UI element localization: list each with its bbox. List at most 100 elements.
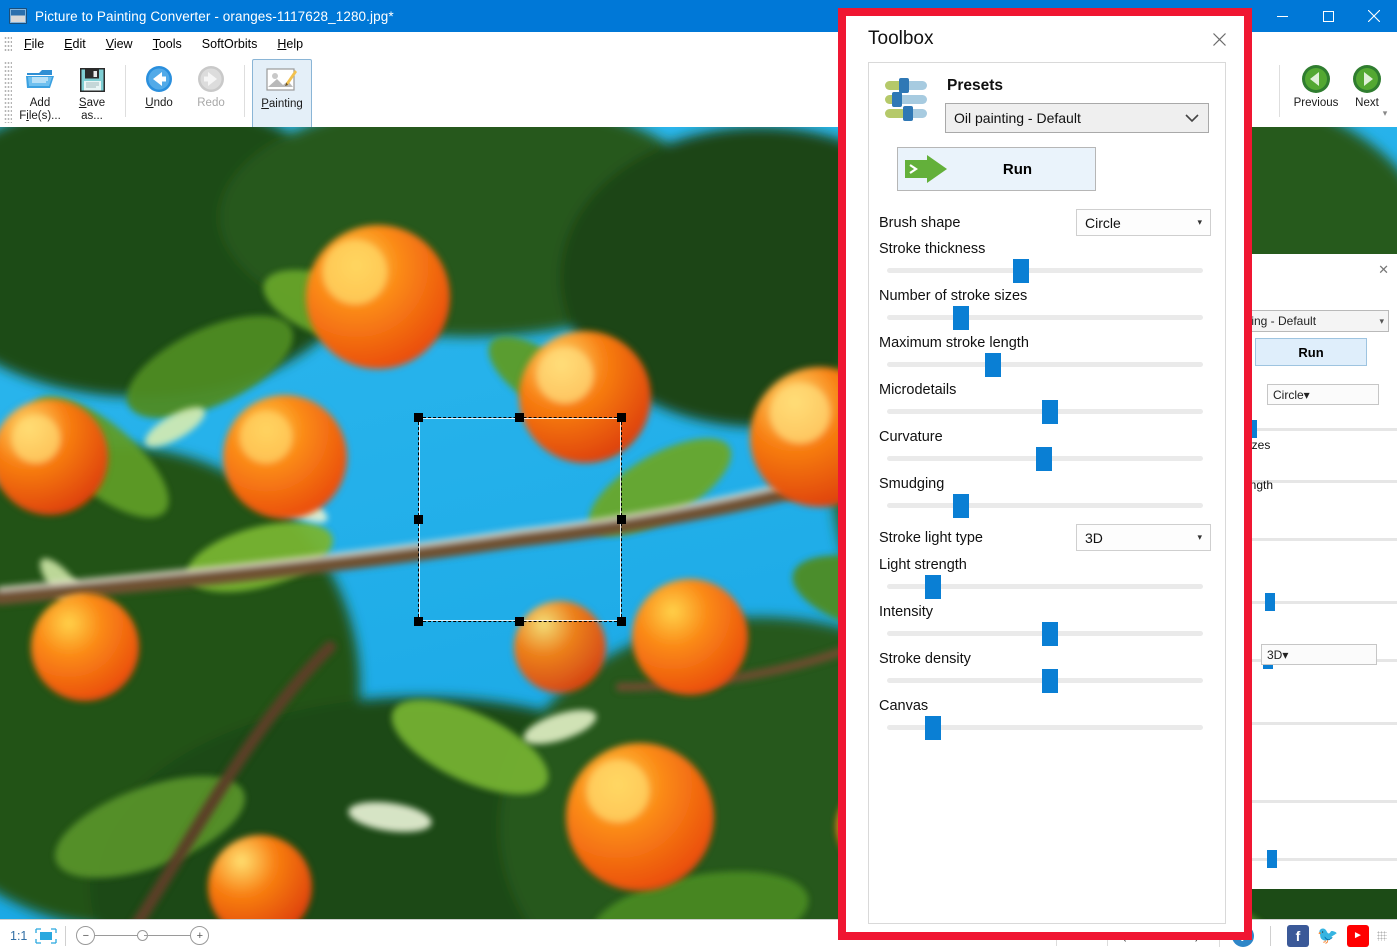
stroke-thickness-label: Stroke thickness bbox=[879, 241, 986, 257]
zoom-slider[interactable]: − + bbox=[76, 926, 210, 945]
dock-run-button[interactable]: Run bbox=[1255, 338, 1367, 366]
maximize-button[interactable] bbox=[1305, 0, 1351, 32]
selection-handle-s[interactable] bbox=[515, 617, 524, 626]
ribbon-separator-1 bbox=[125, 65, 126, 117]
maximum-stroke-length-slider[interactable] bbox=[887, 351, 1203, 377]
smudging-slider[interactable] bbox=[887, 492, 1203, 518]
slider-thumb[interactable] bbox=[953, 494, 970, 518]
resize-grip[interactable] bbox=[1377, 930, 1387, 941]
slider-thumb[interactable] bbox=[1035, 447, 1052, 471]
dock-close-icon[interactable]: ✕ bbox=[1378, 262, 1389, 278]
selection-handle-ne[interactable] bbox=[617, 413, 626, 422]
menu-item-help[interactable]: Help bbox=[267, 34, 313, 54]
selection-handle-sw[interactable] bbox=[414, 617, 423, 626]
stroke-density-slider[interactable] bbox=[887, 667, 1203, 693]
run-button[interactable]: Run bbox=[897, 147, 1096, 191]
dock-preset-combo[interactable]: ting - Default ▾ bbox=[1243, 310, 1389, 332]
chevron-down-icon: ▾ bbox=[1197, 217, 1202, 227]
presets-column: Presets Oil painting - Default bbox=[945, 77, 1209, 133]
menu-item-help-rest: elp bbox=[286, 37, 304, 51]
dock-brush-combo[interactable]: Circle ▾ bbox=[1267, 384, 1379, 405]
slider-thumb[interactable] bbox=[1041, 400, 1058, 424]
toolbox-body: Presets Oil painting - Default Run Brush… bbox=[868, 62, 1226, 924]
slider-thumb[interactable] bbox=[1013, 259, 1030, 283]
brush-shape-value: Circle bbox=[1085, 214, 1121, 231]
light-strength-slider[interactable] bbox=[887, 573, 1203, 599]
selection-handle-se[interactable] bbox=[617, 617, 626, 626]
dock-slider-thumb[interactable] bbox=[1265, 593, 1275, 611]
run-label: Run bbox=[1002, 160, 1033, 178]
selection-handle-e[interactable] bbox=[617, 514, 626, 524]
zoom-out-button[interactable]: − bbox=[76, 926, 96, 945]
preset-selected-value: Oil painting - Default bbox=[954, 110, 1081, 126]
dock-slider-thumb[interactable] bbox=[1267, 850, 1277, 868]
dock-run-label: Run bbox=[1298, 344, 1324, 360]
menu-item-file-rest: ile bbox=[31, 37, 45, 51]
window-controls bbox=[1259, 0, 1397, 32]
previous-button[interactable]: Previous bbox=[1287, 59, 1345, 128]
ribbon-grip bbox=[4, 61, 12, 123]
toolbox-close-icon[interactable] bbox=[1210, 30, 1228, 48]
presets-section: Presets Oil painting - Default bbox=[869, 63, 1225, 133]
dock-slider-track bbox=[1243, 538, 1397, 541]
controls-list: Brush shape Circle ▾ Stroke thickness Nu… bbox=[869, 191, 1225, 740]
dock-slider-track bbox=[1243, 800, 1397, 803]
painting-icon bbox=[266, 65, 298, 95]
selection-handle-n[interactable] bbox=[515, 413, 524, 422]
next-label: Next bbox=[1355, 97, 1379, 109]
stroke-thickness-slider[interactable] bbox=[887, 257, 1203, 283]
add-files-button[interactable]: Add File(s)... bbox=[14, 59, 66, 128]
menu-item-softorbits[interactable]: SoftOrbits bbox=[192, 34, 268, 54]
minimize-button[interactable] bbox=[1259, 0, 1305, 32]
maximum-stroke-length-label: Maximum stroke length bbox=[879, 335, 1029, 351]
preset-select[interactable]: Oil painting - Default bbox=[945, 103, 1209, 133]
sliders-icon bbox=[883, 77, 931, 123]
chevron-down-icon: ▾ bbox=[1197, 532, 1202, 542]
add-files-icon bbox=[24, 64, 56, 94]
menu-item-tools[interactable]: Tools bbox=[143, 34, 192, 54]
redo-icon bbox=[195, 64, 227, 94]
slider-thumb[interactable] bbox=[984, 353, 1001, 377]
facebook-icon[interactable]: f bbox=[1287, 924, 1309, 947]
docked-settings-panel: ✕ s ting - Default ▾ Run Circle ▾ bbox=[1236, 254, 1397, 889]
ribbon-overflow-button[interactable]: ▾ bbox=[1379, 107, 1391, 119]
menu-item-edit[interactable]: Edit bbox=[54, 34, 96, 54]
slider-thumb[interactable] bbox=[953, 306, 970, 330]
painting-button[interactable]: Painting bbox=[252, 59, 312, 130]
microdetails-slider[interactable] bbox=[887, 398, 1203, 424]
selection-handle-nw[interactable] bbox=[414, 413, 423, 422]
control-stroke-density: Stroke density bbox=[877, 651, 1211, 693]
zoom-in-button[interactable]: + bbox=[190, 926, 210, 945]
slider-thumb[interactable] bbox=[1041, 669, 1058, 693]
control-stroke-thickness: Stroke thickness bbox=[877, 241, 1211, 283]
selection-marquee[interactable] bbox=[414, 413, 626, 626]
youtube-icon[interactable]: ► bbox=[1347, 924, 1369, 947]
dock-slider-track bbox=[1243, 722, 1397, 725]
menu-item-file[interactable]: File bbox=[14, 34, 54, 54]
undo-button[interactable]: Undo bbox=[133, 59, 185, 128]
slider-thumb[interactable] bbox=[924, 575, 941, 599]
twitter-icon[interactable]: 🐦 bbox=[1317, 925, 1339, 947]
selection-handle-w[interactable] bbox=[414, 514, 423, 524]
stroke-light-type-select[interactable]: 3D ▾ bbox=[1076, 524, 1211, 551]
painting-label: Painting bbox=[261, 98, 303, 110]
number-of-stroke-sizes-slider[interactable] bbox=[887, 304, 1203, 330]
curvature-slider[interactable] bbox=[887, 445, 1203, 471]
fit-to-window-icon[interactable] bbox=[35, 927, 58, 944]
close-button[interactable] bbox=[1351, 0, 1397, 32]
menu-item-edit-rest: dit bbox=[72, 37, 86, 51]
brush-shape-select[interactable]: Circle ▾ bbox=[1076, 209, 1211, 236]
chevron-down-icon: ▾ bbox=[1282, 647, 1289, 662]
save-as-button[interactable]: Save as... bbox=[66, 59, 118, 128]
intensity-slider[interactable] bbox=[887, 620, 1203, 646]
menu-item-view[interactable]: View bbox=[96, 34, 143, 54]
microdetails-label: Microdetails bbox=[879, 382, 957, 398]
dock-light-type-combo[interactable]: 3D ▾ bbox=[1261, 644, 1377, 665]
slider-thumb[interactable] bbox=[924, 716, 941, 740]
control-maximum-stroke-length: Maximum stroke length bbox=[877, 335, 1211, 377]
control-microdetails: Microdetails bbox=[877, 382, 1211, 424]
menu-grip bbox=[4, 36, 12, 52]
canvas-slider[interactable] bbox=[887, 714, 1203, 740]
smudging-label: Smudging bbox=[879, 476, 945, 492]
slider-thumb[interactable] bbox=[1041, 622, 1058, 646]
